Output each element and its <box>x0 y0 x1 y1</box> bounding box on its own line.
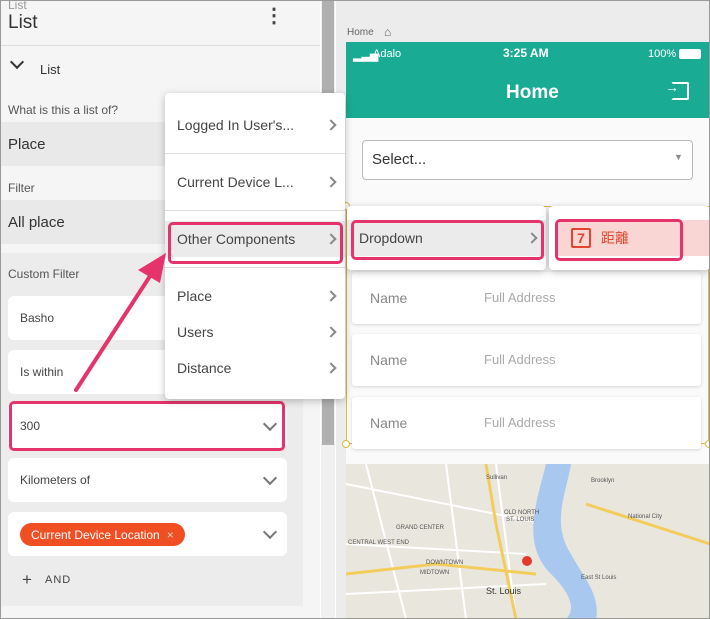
resize-handle[interactable] <box>342 440 350 448</box>
unit-select[interactable]: Kilometers of <box>8 458 287 502</box>
list-of-label: What is this a list of? <box>8 103 119 117</box>
map-view[interactable]: Sullivan Brooklyn OLD NORTH ST. LOUIS GR… <box>346 464 710 619</box>
menu-item-users[interactable]: Users <box>165 314 345 350</box>
map-label: DOWNTOWN <box>426 560 463 566</box>
filter-label: Filter <box>8 181 35 195</box>
operator-label: Is within <box>20 365 64 379</box>
chevron-down-icon <box>262 524 278 539</box>
location-select[interactable]: Current Device Location × <box>8 512 287 556</box>
carrier: Adalo <box>373 48 402 60</box>
map-label: ST. LOUIS <box>506 517 534 523</box>
divider <box>165 267 345 268</box>
map-label: CENTRAL WEST END <box>348 540 410 546</box>
menu-item-current-device[interactable]: Current Device L... <box>165 164 345 200</box>
select-placeholder: Select... <box>372 151 427 168</box>
map-label: OLD NORTH <box>504 510 539 516</box>
list-item[interactable]: Name Full Address <box>352 397 701 449</box>
item-name: Name <box>370 290 408 306</box>
add-and-button[interactable]: AND <box>45 574 71 586</box>
more-options-icon[interactable]: ⋮ <box>264 6 284 26</box>
home-icon: ⌂ <box>384 25 392 39</box>
map-label: Sullivan <box>486 475 507 481</box>
chevron-right-icon <box>325 326 337 338</box>
highlight-distance-jp <box>555 219 683 261</box>
menu-item-place[interactable]: Place <box>165 278 345 314</box>
chip-label: Current Device Location <box>31 527 160 542</box>
item-name: Name <box>370 415 408 431</box>
menu-item-distance[interactable]: Distance <box>165 350 345 386</box>
battery-icon <box>679 49 701 59</box>
menu-item-label: Current Device L... <box>177 174 294 190</box>
chip-close-icon[interactable]: × <box>167 528 174 542</box>
menu-item-label: Distance <box>177 360 232 376</box>
map-pin-icon[interactable] <box>522 556 532 566</box>
map-label: Brooklyn <box>591 478 614 484</box>
screen-label[interactable]: Home <box>347 27 374 38</box>
breadcrumb: List <box>8 0 27 12</box>
app-title: Home <box>506 82 559 103</box>
map-label: GRAND CENTER <box>396 525 445 531</box>
map-label: St. Louis <box>486 586 522 596</box>
chevron-right-icon <box>325 119 337 131</box>
chevron-right-icon <box>325 176 337 188</box>
resize-handle[interactable] <box>705 440 710 448</box>
location-chip[interactable]: Current Device Location × <box>20 523 185 546</box>
map-label: MIDTOWN <box>420 570 449 576</box>
map-label: National City <box>628 514 662 520</box>
battery-text: 100% <box>648 48 677 60</box>
list-item[interactable]: Name Full Address <box>352 334 701 386</box>
divider <box>0 45 320 46</box>
field-basho-label: Basho <box>20 311 55 325</box>
list-of-value: Place <box>8 135 46 153</box>
list-item[interactable]: Name Full Address <box>352 272 701 324</box>
item-address: Full Address <box>484 415 556 430</box>
filter-value: All place <box>8 213 65 231</box>
menu-item-label: Place <box>177 288 213 304</box>
menu-item-label: Logged In User's... <box>177 117 295 133</box>
menu-item-label: Users <box>177 324 214 340</box>
highlight-other-components <box>168 222 343 264</box>
chevron-right-icon <box>325 290 337 302</box>
item-name: Name <box>370 352 408 368</box>
status-time: 3:25 AM <box>503 46 549 60</box>
highlight-distance <box>9 401 285 451</box>
select-dropdown[interactable]: Select... ▼ <box>362 140 693 180</box>
menu-item-logged-in-user[interactable]: Logged In User's... <box>165 107 345 143</box>
section-label-list[interactable]: List <box>40 62 60 77</box>
logout-icon[interactable]: → <box>665 79 689 100</box>
panel-title: List <box>8 12 38 33</box>
custom-filter-label: Custom Filter <box>8 267 80 281</box>
chevron-right-icon <box>325 362 337 374</box>
highlight-dropdown <box>351 220 544 260</box>
divider <box>165 153 345 154</box>
map-label: East St Louis <box>581 575 616 581</box>
item-address: Full Address <box>484 352 556 367</box>
item-address: Full Address <box>484 290 556 305</box>
unit-value: Kilometers of <box>20 473 91 487</box>
collapse-chevron-icon[interactable] <box>9 54 25 74</box>
chevron-down-icon <box>262 470 278 485</box>
plus-icon[interactable]: + <box>22 570 32 590</box>
select-caret-icon: ▼ <box>674 152 683 162</box>
divider <box>165 210 345 211</box>
